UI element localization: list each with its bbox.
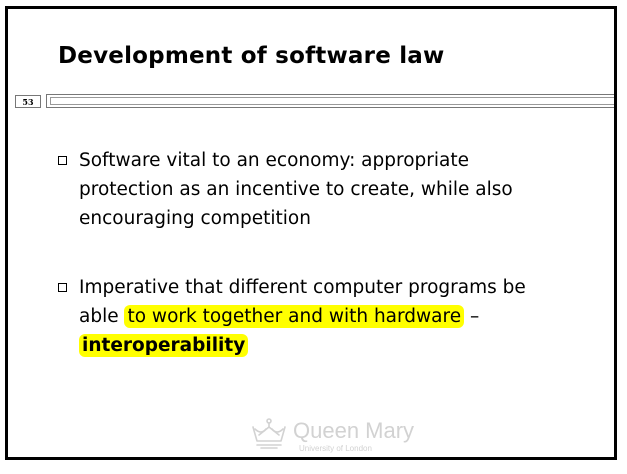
bullet-text-part: – xyxy=(464,306,480,327)
header-bar xyxy=(46,94,614,108)
highlighted-phrase: to work together and with hardware xyxy=(124,305,465,328)
queen-mary-logo: Queen Mary University of London xyxy=(249,417,419,457)
crown-icon xyxy=(252,418,286,449)
slide-title: Development of software law xyxy=(58,43,445,69)
highlighted-term: interoperability xyxy=(79,334,249,357)
bullet-item: Imperative that different computer progr… xyxy=(58,273,558,360)
bullet-text: Imperative that different computer progr… xyxy=(79,273,558,360)
bullet-item: Software vital to an economy: appropriat… xyxy=(58,146,558,233)
slide: Development of software law 53 Software … xyxy=(5,6,617,460)
bullet-text: Software vital to an economy: appropriat… xyxy=(79,150,513,229)
page-number: 53 xyxy=(15,95,41,108)
square-bullet-icon xyxy=(58,283,67,292)
logo-subtitle: University of London xyxy=(299,444,372,453)
square-bullet-icon xyxy=(58,156,67,165)
logo-name: Queen Mary xyxy=(293,418,415,443)
